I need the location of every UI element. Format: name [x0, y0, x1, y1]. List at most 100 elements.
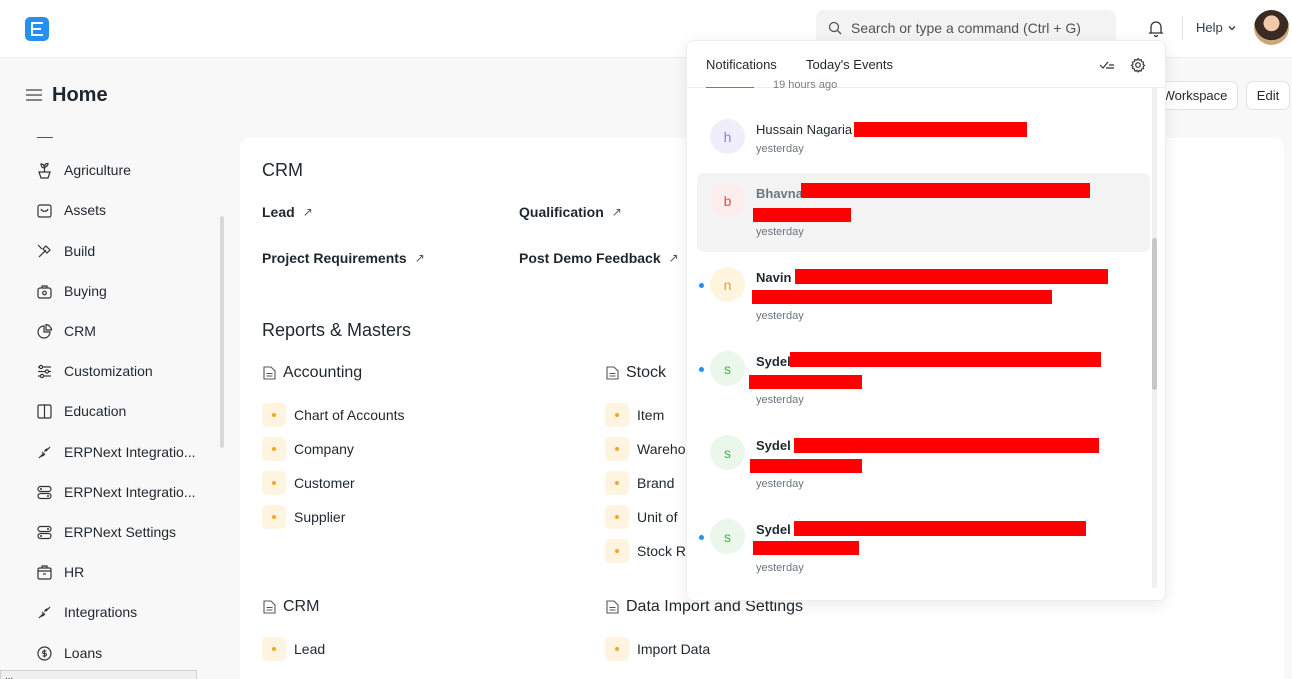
notification-item[interactable]: h Hussain Nagaria yesterday — [697, 105, 1150, 167]
shortcut-lead[interactable]: Lead ↗ — [262, 204, 313, 220]
edit-button[interactable]: Edit — [1246, 81, 1290, 110]
link-import-data[interactable]: Import Data — [605, 637, 710, 661]
notification-avatar: n — [710, 267, 745, 302]
assets-icon — [37, 203, 52, 218]
help-dropdown[interactable]: Help — [1196, 20, 1237, 35]
navbar-divider — [1182, 16, 1183, 40]
bell-icon[interactable] — [1146, 18, 1166, 38]
sidebar-scrollbar[interactable] — [220, 216, 224, 448]
redaction-block — [749, 375, 862, 389]
page-title: Home — [52, 84, 108, 106]
sidebar-item-buying[interactable]: Buying — [36, 277, 107, 305]
search-icon — [828, 21, 842, 35]
sidebar-item-education[interactable]: Education — [36, 397, 126, 425]
sidebar-item-build[interactable]: Build — [36, 237, 95, 265]
help-label: Help — [1196, 20, 1223, 35]
shortcut-project-requirements[interactable]: Project Requirements ↗ — [262, 250, 425, 266]
link-label: Lead — [294, 641, 326, 657]
notification-avatar: s — [710, 351, 745, 386]
dot-badge — [262, 505, 286, 529]
sidebar-item-label: Integrations — [64, 604, 138, 620]
sidebar-item-erpnext-integrations-settings[interactable]: ERPNext Integratio... — [36, 478, 196, 506]
sidebar-item-loans[interactable]: Loans — [36, 639, 102, 667]
education-icon — [37, 403, 52, 419]
sidebar-item-label: Buying — [64, 283, 107, 299]
link-brand[interactable]: Brand — [605, 471, 674, 495]
dot-badge — [262, 403, 286, 427]
section-title: Accounting — [283, 364, 363, 381]
tab-todays-events[interactable]: Today's Events — [806, 57, 893, 72]
build-icon — [37, 244, 51, 257]
external-arrow-icon: ↗ — [611, 205, 622, 219]
notification-item[interactable]: s Sydel yesterday — [697, 425, 1150, 505]
integration-icon — [38, 446, 51, 458]
user-avatar[interactable] — [1254, 10, 1289, 45]
browser-status-bar: ... — [0, 670, 197, 679]
notification-item[interactable]: s Sydel yesterday — [697, 509, 1150, 589]
notification-item[interactable]: s Sydel yesterday — [697, 341, 1150, 421]
dot-badge — [605, 471, 629, 495]
shortcut-label: Qualification — [519, 204, 604, 220]
link-item[interactable]: Item — [605, 403, 664, 427]
shortcut-qualification[interactable]: Qualification ↗ — [519, 204, 622, 220]
hr-icon — [37, 564, 52, 580]
document-icon — [263, 366, 276, 380]
dot-badge — [262, 437, 286, 461]
sidebar-item-customization[interactable]: Customization — [36, 357, 153, 385]
link-label: Stock R — [637, 543, 687, 559]
tab-notifications[interactable]: Notifications — [706, 57, 777, 72]
app-logo[interactable] — [25, 17, 49, 41]
notification-scrollbar-thumb[interactable] — [1152, 238, 1157, 390]
notification-item[interactable]: n Navin yesterday — [697, 257, 1150, 337]
shortcut-post-demo-feedback[interactable]: Post Demo Feedback ↗ — [519, 250, 679, 266]
dot-badge — [605, 539, 629, 563]
sidebar-item-label: ERPNext Settings — [64, 524, 177, 540]
dot-badge — [605, 403, 629, 427]
section-crm: CRM — [263, 598, 319, 616]
dot-badge — [605, 437, 629, 461]
sidebar-item-label: Assets — [64, 202, 107, 218]
link-customer[interactable]: Customer — [262, 471, 355, 495]
sidebar-item-label: CRM — [64, 323, 96, 339]
shortcut-label: Post Demo Feedback — [519, 250, 661, 266]
link-label: Supplier — [294, 509, 346, 525]
shortcut-label: Lead — [262, 204, 295, 220]
section-accounting: Accounting — [263, 364, 362, 382]
sidebar-toggle-icon[interactable] — [25, 87, 43, 103]
sidebar-item-label: Loans — [64, 645, 103, 661]
link-company[interactable]: Company — [262, 437, 354, 461]
link-supplier[interactable]: Supplier — [262, 505, 345, 529]
sidebar-item-label: Agriculture — [64, 162, 131, 178]
mark-all-read-icon[interactable] — [1099, 57, 1115, 73]
document-icon — [263, 600, 276, 614]
sidebar-item-agriculture[interactable]: Agriculture — [36, 156, 131, 184]
section-title: CRM — [283, 598, 320, 615]
notification-tabs: Notifications Today's Events — [687, 41, 1165, 88]
sidebar-item-hr[interactable]: HR — [36, 558, 84, 586]
link-label: Brand — [637, 475, 675, 491]
customization-icon — [38, 364, 51, 378]
link-label: Unit of — [637, 509, 678, 525]
link-warehouse[interactable]: Wareho — [605, 437, 686, 461]
integrations-icon — [38, 606, 51, 618]
link-chart-of-accounts[interactable]: Chart of Accounts — [262, 403, 405, 427]
notification-avatar: s — [710, 435, 745, 470]
sidebar-item-erpnext-settings[interactable]: ERPNext Settings — [36, 518, 176, 546]
shortcut-label: Project Requirements — [262, 250, 407, 266]
sidebar-item-erpnext-integrations[interactable]: ERPNext Integratio... — [36, 438, 196, 466]
sidebar-item-crm[interactable]: CRM — [36, 317, 96, 345]
sidebar-item-label: Build — [64, 243, 96, 259]
search-placeholder: Search or type a command (Ctrl + G) — [851, 20, 1081, 36]
redaction-block — [750, 459, 862, 473]
reports-masters-heading: Reports & Masters — [262, 320, 412, 340]
link-lead[interactable]: Lead — [262, 637, 325, 661]
sidebar-item-assets[interactable]: Assets — [36, 196, 106, 224]
link-stock-reconciliation[interactable]: Stock R — [605, 539, 686, 563]
gear-icon[interactable] — [1130, 57, 1146, 73]
sidebar-item-integrations[interactable]: Integrations — [36, 598, 137, 626]
notification-item[interactable]: b Bhavna yesterday — [697, 173, 1150, 252]
external-arrow-icon: ↗ — [302, 205, 313, 219]
section-stock: Stock — [606, 364, 666, 382]
link-unit-of-measure[interactable]: Unit of — [605, 505, 677, 529]
notification-time: yesterday — [756, 310, 804, 322]
